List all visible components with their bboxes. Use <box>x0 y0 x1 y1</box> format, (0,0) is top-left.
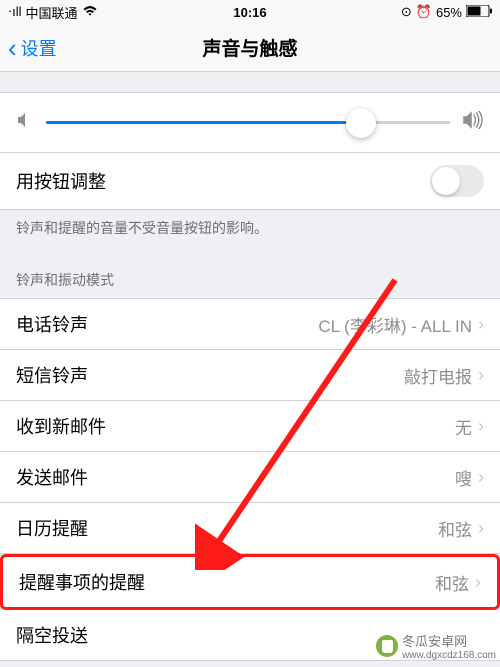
watermark-text: 冬瓜安卓网 <box>402 631 496 650</box>
page-title: 声音与触感 <box>202 34 297 61</box>
wifi-icon <box>82 5 98 20</box>
battery-percent: 65% <box>436 5 462 20</box>
chevron-right-icon: › <box>475 572 481 593</box>
chevron-right-icon: › <box>478 416 484 437</box>
speaker-low-icon <box>16 111 34 134</box>
row-reminder-alert[interactable]: 提醒事项的提醒 和弦 › <box>0 554 500 610</box>
section-header-ringtones: 铃声和振动模式 <box>0 254 500 298</box>
row-label: 发送邮件 <box>16 464 88 490</box>
volume-slider-row <box>0 92 500 153</box>
back-button[interactable]: ‹ 设置 <box>0 35 57 61</box>
row-sent-mail[interactable]: 发送邮件 嗖 › <box>0 452 500 503</box>
nav-bar: ‹ 设置 声音与触感 <box>0 24 500 72</box>
row-value: 和弦 › <box>438 516 484 541</box>
row-new-mail[interactable]: 收到新邮件 无 › <box>0 401 500 452</box>
slider-thumb[interactable] <box>346 108 376 138</box>
row-label: 收到新邮件 <box>16 413 106 439</box>
status-time: 10:16 <box>233 5 266 20</box>
row-label: 短信铃声 <box>16 362 88 388</box>
row-value: 嗖 › <box>455 465 484 490</box>
row-label: 提醒事项的提醒 <box>19 569 145 595</box>
orientation-lock-icon: ⊙ <box>401 4 412 20</box>
watermark-android-icon <box>376 635 398 657</box>
row-label: 隔空投送 <box>16 622 88 648</box>
watermark-url: www.dgxcdz168.com <box>402 650 496 661</box>
speaker-high-icon <box>462 111 484 134</box>
button-adjust-label: 用按钮调整 <box>16 168 106 194</box>
back-label: 设置 <box>21 35 57 61</box>
row-value: 无 › <box>455 414 484 439</box>
chevron-right-icon: › <box>478 467 484 488</box>
chevron-right-icon: › <box>478 314 484 335</box>
button-adjust-footer: 铃声和提醒的音量不受音量按钮的影响。 <box>0 210 500 254</box>
battery-icon <box>466 5 492 20</box>
button-adjust-row[interactable]: 用按钮调整 <box>0 153 500 210</box>
chevron-right-icon: › <box>478 365 484 386</box>
row-calendar-alert[interactable]: 日历提醒 和弦 › <box>0 503 500 554</box>
volume-slider[interactable] <box>46 121 450 124</box>
row-text-tone[interactable]: 短信铃声 敲打电报 › <box>0 350 500 401</box>
alarm-icon: ⏰ <box>416 4 432 20</box>
chevron-left-icon: ‹ <box>8 35 17 61</box>
status-left: ⋅ıll 中国联通 <box>8 3 98 22</box>
toggle-knob <box>432 167 460 195</box>
button-adjust-toggle[interactable] <box>430 165 484 197</box>
slider-fill <box>46 121 361 124</box>
signal-icon: ⋅ıll <box>8 4 22 20</box>
status-bar: ⋅ıll 中国联通 10:16 ⊙ ⏰ 65% <box>0 0 500 24</box>
row-ringtone[interactable]: 电话铃声 CL (李彩琳) - ALL IN › <box>0 298 500 350</box>
row-label: 电话铃声 <box>16 311 88 337</box>
status-right: ⊙ ⏰ 65% <box>401 4 492 20</box>
watermark: 冬瓜安卓网 www.dgxcdz168.com <box>376 631 496 661</box>
carrier-name: 中国联通 <box>26 3 78 22</box>
row-label: 日历提醒 <box>16 515 88 541</box>
row-value: 和弦 › <box>435 570 481 595</box>
row-value: 敲打电报 › <box>404 363 484 388</box>
row-value: CL (李彩琳) - ALL IN › <box>318 312 484 337</box>
chevron-right-icon: › <box>478 518 484 539</box>
